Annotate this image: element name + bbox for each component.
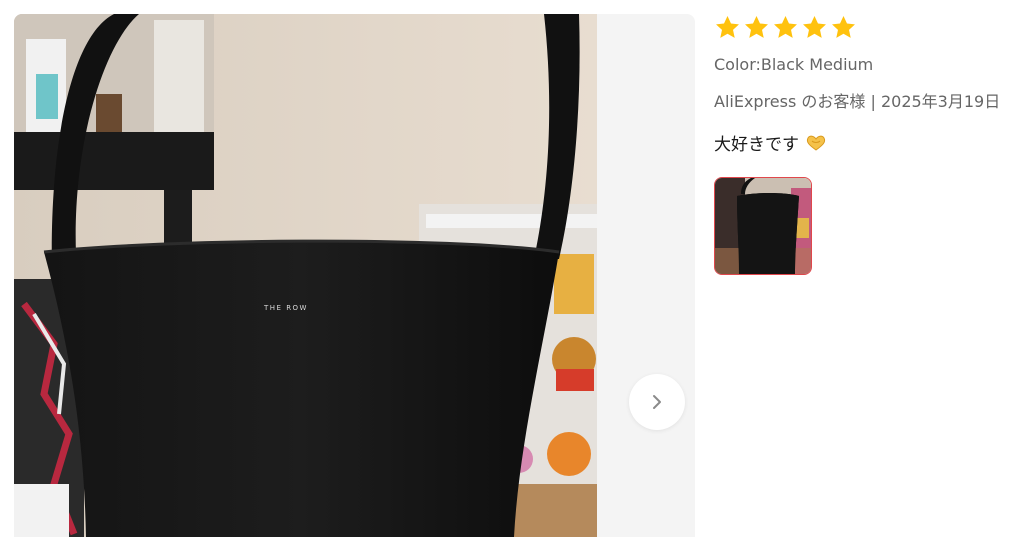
rating-stars [714, 12, 1019, 42]
review-details: Color:Black Medium AliExpress のお客様 | 202… [714, 12, 1019, 155]
review-main-photo[interactable]: THE ROW [14, 14, 597, 537]
review-text-row: 大好きです [714, 130, 1019, 155]
heart-hands-emoji [806, 135, 826, 151]
brand-mark: THE ROW [263, 304, 308, 312]
sku-color-label: Color:Black Medium [714, 55, 874, 74]
thumbnail-image [715, 178, 811, 274]
star-icon [745, 15, 768, 38]
chevron-right-icon [653, 395, 661, 409]
star-icon [803, 15, 826, 38]
star-icon [832, 15, 855, 38]
star-icon [774, 15, 797, 38]
review-text: 大好きです [714, 135, 799, 155]
star-icon [716, 15, 739, 38]
author-date: AliExpress のお客様 | 2025年3月19日 [714, 92, 1001, 111]
next-photo-button[interactable] [629, 374, 685, 430]
review-photo-viewer: THE ROW [14, 14, 695, 537]
review-photo-thumbnail[interactable] [714, 177, 812, 275]
